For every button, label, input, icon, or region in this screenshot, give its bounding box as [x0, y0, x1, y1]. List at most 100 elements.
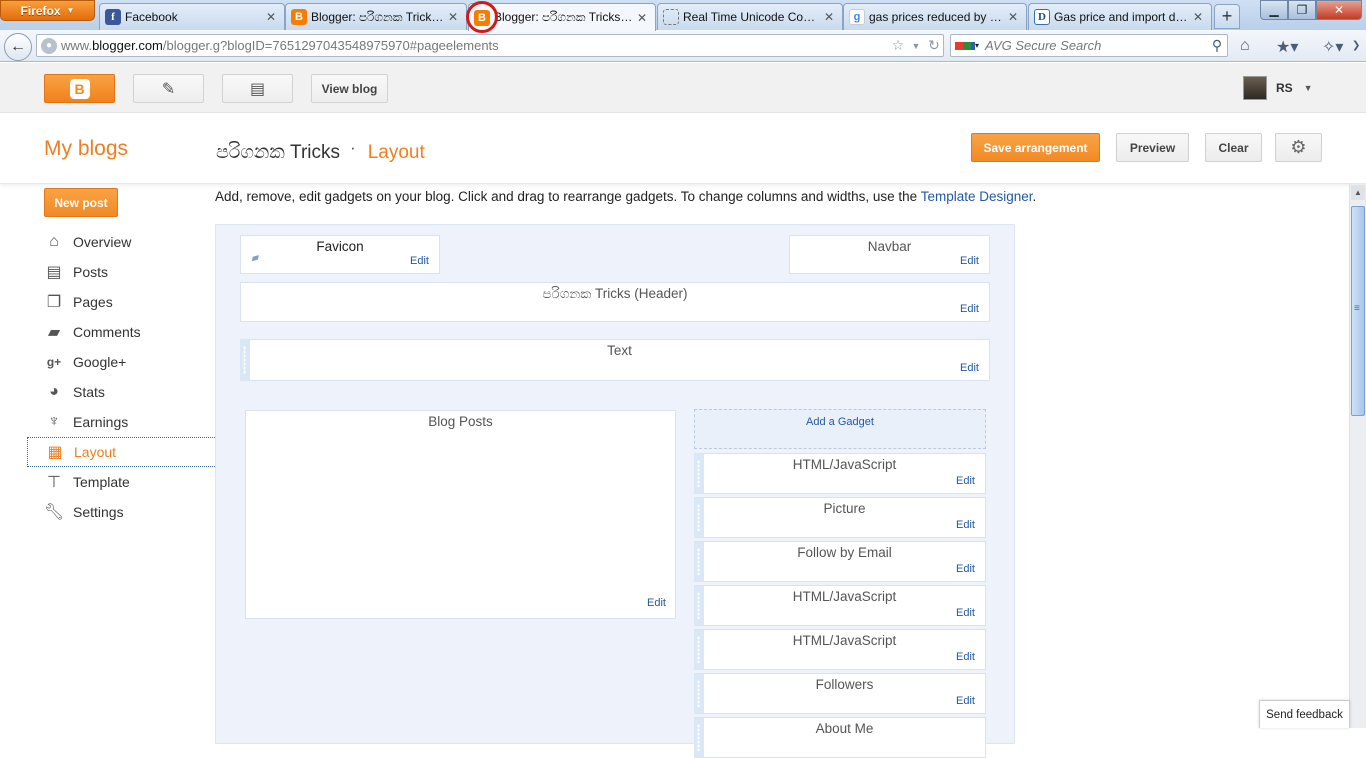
window-maximize-button[interactable]: ❐ [1288, 0, 1316, 20]
history-dropdown-icon[interactable]: ▼ [907, 41, 925, 51]
edit-link[interactable]: Edit [956, 607, 975, 619]
gadget-html-javascript[interactable]: HTML/JavaScript Edit [694, 585, 986, 626]
scroll-up-arrow-icon[interactable]: ▲ [1351, 185, 1365, 200]
page-scrollbar[interactable]: ▲ [1349, 184, 1366, 728]
edit-link[interactable]: Edit [647, 597, 666, 609]
firefox-menu-button[interactable]: Firefox ▼ [0, 0, 95, 21]
edit-link[interactable]: Edit [956, 563, 975, 575]
gadget-html-javascript[interactable]: HTML/JavaScript Edit [694, 453, 986, 494]
url-text[interactable]: www.blogger.com/blogger.g?blogID=7651297… [61, 38, 889, 53]
chevron-down-icon[interactable]: ▼ [1304, 83, 1313, 93]
gadget-header[interactable]: පරිගනක Tricks (Header) Edit [240, 282, 990, 322]
sidebar-item-stats[interactable]: ◕ Stats [27, 377, 215, 407]
scrollbar-thumb[interactable] [1351, 206, 1365, 416]
facebook-icon: f [105, 9, 121, 25]
wrench-icon: 🔧︎ [43, 504, 65, 521]
gadget-text[interactable]: Text Edit [240, 339, 990, 381]
create-post-button[interactable]: ✎ [133, 74, 204, 103]
sidebar-item-settings[interactable]: 🔧︎ Settings [27, 497, 215, 527]
preview-button[interactable]: Preview [1116, 133, 1189, 162]
sidebar-item-posts[interactable]: ▤ Posts [27, 257, 215, 287]
sidebar-item-label: Stats [73, 384, 105, 400]
new-post-button[interactable]: New post [44, 188, 118, 217]
sidebar-item-label: Posts [73, 264, 109, 280]
edit-link[interactable]: Edit [956, 651, 975, 663]
page-title: Layout [367, 142, 425, 163]
blogger-top-bar: B ✎ ▤ View blog RS ▼ [0, 63, 1366, 113]
back-arrow-icon[interactable]: ← [4, 33, 32, 61]
tab-google-search[interactable]: g gas prices reduced by rs ... ✕ [843, 3, 1027, 30]
tab-gas-price[interactable]: D Gas price and import dut... ✕ [1028, 3, 1212, 30]
gear-icon: ⚙ [1290, 137, 1307, 157]
close-tab-icon[interactable]: ✕ [637, 11, 649, 25]
gadget-title: Picture [823, 501, 866, 516]
tab-facebook[interactable]: f Facebook ✕ [99, 3, 285, 30]
edit-link[interactable]: Edit [960, 362, 979, 374]
sidebar-item-layout[interactable]: ▦ Layout [27, 437, 215, 467]
edit-link[interactable]: Edit [956, 519, 975, 531]
window-minimize-button[interactable]: ▁ [1260, 0, 1288, 20]
gadget-favicon[interactable]: ▰ Favicon Edit [240, 235, 440, 274]
avatar[interactable] [1243, 76, 1267, 100]
search-icon[interactable]: ⚲ [1207, 37, 1227, 54]
user-menu[interactable]: RS ▼ [1243, 76, 1313, 100]
layout-canvas: ▰ Favicon Edit Navbar Edit පරිගනක Tricks… [215, 224, 1015, 758]
blog-name: පරිගනක Tricks [216, 142, 341, 163]
address-bar[interactable]: ● www.blogger.com/blogger.g?blogID=76512… [36, 34, 944, 57]
tab-blogger-1[interactable]: B Blogger: පරිගනක Tricks ... ✕ [285, 3, 467, 30]
close-tab-icon[interactable]: ✕ [1193, 10, 1205, 24]
send-feedback-button[interactable]: Send feedback [1259, 700, 1350, 728]
edit-link[interactable]: Edit [956, 475, 975, 487]
avg-logo-icon[interactable]: ▾ [955, 38, 981, 54]
view-blog-button[interactable]: View blog [311, 74, 388, 103]
sidebar-item-comments[interactable]: ▰ Comments [27, 317, 215, 347]
addon-toolbar-icon[interactable]: ✧▾ [1322, 37, 1343, 57]
close-tab-icon[interactable]: ✕ [1008, 10, 1020, 24]
username[interactable]: RS [1276, 81, 1293, 95]
layout-icon: ▦ [47, 444, 63, 461]
sidebar-item-google-plus[interactable]: g+ Google+ [27, 347, 215, 377]
bookmark-star-icon[interactable]: ☆ [889, 37, 907, 54]
comments-icon: ▰ [47, 324, 61, 341]
toolbar-overflow-icon[interactable]: ❯ [1352, 40, 1360, 51]
tab-unicode-converter[interactable]: Real Time Unicode Conv... ✕ [657, 3, 843, 30]
url-path: /blogger.g?blogID=7651297043548975970#pa… [162, 38, 499, 53]
gadget-title: පරිගනක Tricks (Header) [542, 286, 688, 301]
add-gadget-button[interactable]: Add a Gadget [694, 409, 986, 449]
sidebar-item-pages[interactable]: ❐ Pages [27, 287, 215, 317]
edit-link[interactable]: Edit [410, 255, 429, 267]
clear-button[interactable]: Clear [1205, 133, 1262, 162]
window-close-button[interactable]: ✕ [1316, 0, 1362, 20]
settings-gear-button[interactable]: ⚙ [1275, 133, 1322, 162]
my-blogs-link[interactable]: My blogs [44, 137, 128, 161]
search-input[interactable]: AVG Secure Search [985, 38, 1207, 53]
edit-link[interactable]: Edit [960, 303, 979, 315]
home-icon[interactable]: ⌂ [1240, 37, 1250, 55]
blogger-home-button[interactable]: B [44, 74, 115, 103]
gadget-navbar[interactable]: Navbar Edit [789, 235, 990, 274]
search-bar[interactable]: ▾ AVG Secure Search ⚲ [950, 34, 1228, 57]
edit-link[interactable]: Edit [960, 255, 979, 267]
edit-link[interactable]: Edit [956, 695, 975, 707]
gadget-followers[interactable]: Followers Edit [694, 673, 986, 714]
blogger-logo-icon: B [69, 78, 90, 99]
close-tab-icon[interactable]: ✕ [448, 10, 460, 24]
close-tab-icon[interactable]: ✕ [824, 10, 836, 24]
gadget-about-me[interactable]: About Me [694, 717, 986, 758]
bookmarks-menu-icon[interactable]: ★▾ [1276, 37, 1298, 57]
sidebar-item-template[interactable]: ⊤ Template [27, 467, 215, 497]
new-tab-button[interactable]: + [1214, 4, 1240, 29]
gadget-blog-posts[interactable]: Blog Posts Edit [245, 410, 676, 619]
sidebar-item-overview[interactable]: ⌂ Overview [27, 227, 215, 257]
sidebar-item-earnings[interactable]: ♆ Earnings [27, 407, 215, 437]
save-arrangement-button[interactable]: Save arrangement [971, 133, 1100, 162]
close-tab-icon[interactable]: ✕ [266, 10, 278, 24]
reload-icon[interactable]: ↻ [925, 37, 943, 54]
home-icon: ⌂ [49, 233, 59, 250]
posts-list-button[interactable]: ▤ [222, 74, 293, 103]
gadget-html-javascript[interactable]: HTML/JavaScript Edit [694, 629, 986, 670]
gadget-follow-by-email[interactable]: Follow by Email Edit [694, 541, 986, 582]
breadcrumb: පරිගනක Tricks · Layout [216, 138, 425, 164]
gadget-picture[interactable]: Picture Edit [694, 497, 986, 538]
template-designer-link[interactable]: Template Designer [921, 189, 1033, 204]
